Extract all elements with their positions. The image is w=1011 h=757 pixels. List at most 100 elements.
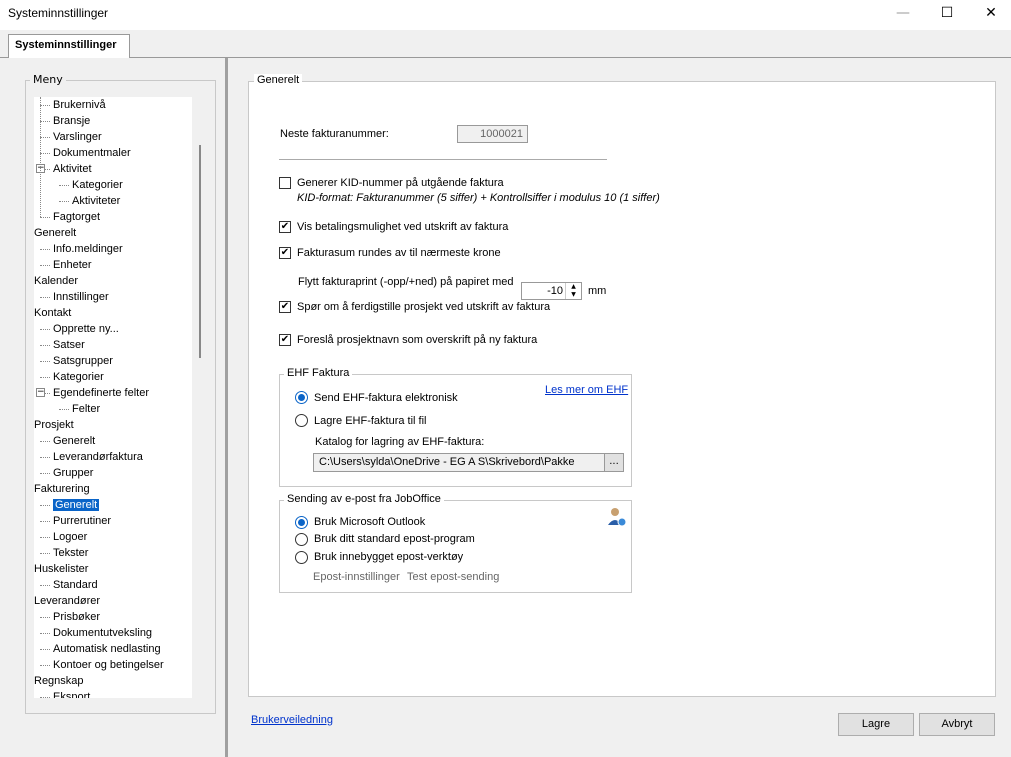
menu-item[interactable]: Dokumentutveksling [53,625,152,641]
menu-item[interactable]: Enheter [53,257,92,273]
save-button[interactable]: Lagre [838,713,914,736]
menu-item[interactable]: Leverandørfaktura [53,449,143,465]
cancel-button[interactable]: Avbryt [919,713,995,736]
next-invoice-input[interactable]: 1000021 [457,125,528,143]
ehf-folder-label: Katalog for lagring av EHF-faktura: [315,436,485,448]
window-title: Systeminnstillinger [8,6,109,20]
browse-button[interactable]: ... [604,453,624,472]
menu-item[interactable]: Kategorier [53,369,104,385]
title-bar [0,0,1011,30]
menu-item[interactable]: Kontoer og betingelser [53,657,164,673]
collapse-icon[interactable]: − [36,388,45,397]
minimize-button[interactable]: — [880,0,926,26]
tree-connector [40,361,50,362]
menu-item[interactable]: Kalender [34,273,78,289]
menu-item-label: Felter [72,403,101,415]
menu-item[interactable]: Standard [53,577,98,593]
menu-item[interactable]: Generelt [53,497,100,513]
spin-down-icon[interactable]: ▼ [565,291,581,299]
menu-item[interactable]: Regnskap [34,673,84,689]
menu-item[interactable]: Prisbøker [53,609,100,625]
tree-connector [40,377,50,378]
menu-item[interactable]: Prosjekt [34,417,74,433]
menu-item[interactable]: Dokumentmaler [53,145,131,161]
menu-item-label: Egendefinerte felter [53,387,150,399]
kid-checkbox[interactable] [279,177,291,189]
menu-scrollbar-thumb[interactable] [199,145,201,358]
menu-item-label: Kontoer og betingelser [53,659,164,671]
menu-item[interactable]: Info.meldinger [53,241,123,257]
panel-splitter[interactable] [225,58,228,757]
menu-item-label: Aktiviteter [72,195,121,207]
menu-item[interactable]: Huskelister [34,561,88,577]
menu-item[interactable]: Generelt [53,433,95,449]
outlook-label: Bruk Microsoft Outlook [314,516,426,528]
ehf-send-radio[interactable] [295,391,308,404]
ehf-save-label: Lagre EHF-faktura til fil [314,415,427,427]
menu-item[interactable]: Satser [53,337,85,353]
menu-item-label: Bransje [53,115,91,127]
menu-item[interactable]: Satsgrupper [53,353,113,369]
menu-item[interactable]: Brukernivå [53,97,106,113]
offset-label: Flytt fakturaprint (-opp/+ned) på papire… [298,276,514,288]
test-mail-link[interactable]: Test epost-sending [407,571,499,583]
menu-item-label: Brukernivå [53,99,106,111]
tree-connector [40,457,50,458]
finish-project-checkbox[interactable]: ✔ [279,301,291,313]
finish-project-label: Spør om å ferdigstille prosjekt ved utsk… [297,301,551,313]
menu-item-label: Info.meldinger [53,243,123,255]
menu-item[interactable]: Grupper [53,465,93,481]
ehf-learn-more-link[interactable]: Les mer om EHF [545,384,628,396]
outlook-radio[interactable] [295,516,308,529]
menu-item[interactable]: Purrerutiner [53,513,111,529]
offset-unit: mm [588,285,607,297]
menu-item[interactable]: Egendefinerte felter [53,385,149,401]
tree-connector [40,265,50,266]
ehf-save-radio[interactable] [295,414,308,427]
kid-format-text: KID-format: Fakturanummer (5 siffer) + K… [297,192,660,204]
menu-item[interactable]: Opprette ny... [53,321,119,337]
menu-item[interactable]: Fagtorget [53,209,100,225]
suggest-name-checkbox[interactable]: ✔ [279,334,291,346]
menu-item-label: Prosjekt [34,419,74,431]
menu-item[interactable]: Aktivitet [53,161,92,177]
rounding-checkbox[interactable]: ✔ [279,247,291,259]
menu-item[interactable]: Innstillinger [53,289,109,305]
menu-item-label: Prisbøker [53,611,101,623]
menu-item[interactable]: Logoer [53,529,87,545]
builtin-mail-radio[interactable] [295,551,308,564]
tree-connector [40,585,50,586]
tab-divider [0,57,1011,58]
general-legend: Generelt [254,74,303,86]
menu-item[interactable]: Kontakt [34,305,71,321]
menu-item[interactable]: Tekster [53,545,88,561]
menu-item[interactable]: Leverandører [34,593,100,609]
tree-connector [40,521,50,522]
tab-systeminnstillinger[interactable]: Systeminnstillinger [8,34,130,58]
menu-item[interactable]: Automatisk nedlasting [53,641,161,657]
mail-settings-link[interactable]: Epost-innstillinger [313,571,400,583]
help-link[interactable]: Brukerveiledning [251,714,333,726]
tree-connector [40,217,50,218]
payment-checkbox[interactable]: ✔ [279,221,291,233]
maximize-button[interactable]: ☐ [924,0,970,26]
menu-item[interactable]: Bransje [53,113,90,129]
tree-connector [40,297,50,298]
tree-connector [40,153,50,154]
close-button[interactable]: ✕ [968,0,1011,26]
tree-connector [40,329,50,330]
menu-item[interactable]: Fakturering [34,481,90,497]
spin-up-icon[interactable]: ▲ [565,283,581,291]
menu-item[interactable]: Aktiviteter [72,193,120,209]
default-mail-radio[interactable] [295,533,308,546]
menu-item[interactable]: Kategorier [72,177,123,193]
menu-item-label: Kalender [34,275,79,287]
menu-tree[interactable]: Brukernivå Bransje Varslinger Dokumentmaler… [34,97,200,698]
menu-item-label: Eksport [53,691,91,698]
ehf-folder-input[interactable]: C:\Users\sylda\OneDrive - EG A S\Skriveb… [313,453,605,472]
tree-connector [40,617,50,618]
menu-item[interactable]: Felter [72,401,100,417]
menu-item[interactable]: Varslinger [53,129,102,145]
menu-item[interactable]: Eksport [53,689,90,698]
menu-item[interactable]: Generelt [34,225,76,241]
